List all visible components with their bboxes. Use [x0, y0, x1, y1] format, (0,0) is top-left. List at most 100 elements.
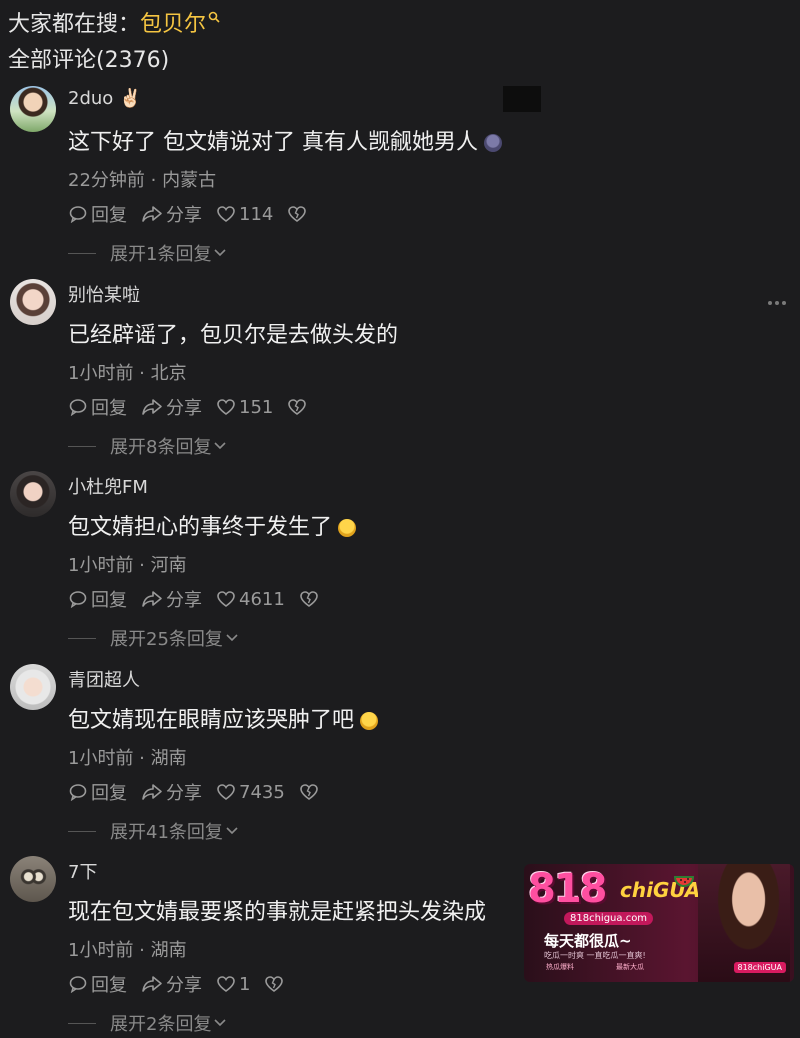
- broken-heart-icon: [288, 399, 307, 415]
- comment-content: 包文婧现在眼睛应该哭肿了吧: [68, 708, 355, 733]
- comment-actions: 回复 分享 151: [68, 395, 324, 419]
- share-icon: [142, 591, 162, 607]
- like-count: 151: [239, 396, 274, 418]
- ad-slogan: 每天都很瓜~: [544, 932, 632, 950]
- reply-button[interactable]: 回复: [68, 971, 127, 997]
- comment-username[interactable]: 2duo ✌🏻: [68, 88, 141, 109]
- reply-icon: [69, 399, 87, 416]
- expand-replies-label: 展开41条回复: [110, 822, 223, 843]
- comment-item: 小杜兜FM 包文婧担心的事终于发生了 1小时前 · 河南 回复 分享 4611 …: [0, 471, 800, 661]
- like-button[interactable]: 4611: [216, 589, 285, 610]
- expand-replies-label: 展开8条回复: [110, 437, 212, 458]
- expand-replies-button[interactable]: 展开41条回复: [68, 818, 239, 844]
- expand-replies-button[interactable]: 展开2条回复: [68, 1010, 227, 1036]
- comment-content: 这下好了 包文婧说对了 真有人觊觎她男人: [68, 130, 478, 155]
- avatar[interactable]: [10, 279, 56, 325]
- divider: [68, 637, 96, 639]
- reply-button[interactable]: 回复: [68, 586, 127, 612]
- reply-icon: [69, 206, 87, 223]
- like-count: 1: [239, 973, 251, 995]
- chevron-down-icon: [214, 249, 227, 257]
- comment-username[interactable]: 别怡某啦: [68, 281, 140, 307]
- comment-content: 现在包文婧最要紧的事就是赶紧把头发染成: [68, 900, 487, 925]
- victory-hand-icon: ✌🏻: [119, 88, 142, 109]
- expand-replies-button[interactable]: 展开8条回复: [68, 433, 227, 459]
- chevron-down-icon: [226, 827, 238, 835]
- comments-count-title: 全部评论(2376): [8, 48, 170, 73]
- heart-icon: [217, 784, 235, 800]
- reply-button[interactable]: 回复: [68, 779, 127, 805]
- comment-meta: 1小时前 · 湖南: [68, 940, 187, 961]
- heart-icon: [217, 591, 235, 607]
- comment-username[interactable]: 7下: [68, 858, 97, 884]
- comment-actions: 回复 分享 4611: [68, 587, 336, 611]
- like-button[interactable]: 1: [216, 974, 250, 995]
- share-label: 分享: [166, 590, 202, 611]
- ad-logo: 818: [528, 866, 607, 912]
- like-button[interactable]: 7435: [216, 782, 285, 803]
- trending-search-keyword[interactable]: 包贝尔: [140, 12, 206, 37]
- comment-actions: 回复 分享 1: [68, 972, 301, 996]
- reply-label: 回复: [91, 205, 127, 226]
- reply-label: 回复: [91, 783, 127, 804]
- reply-label: 回复: [91, 590, 127, 611]
- share-button[interactable]: 分享: [141, 779, 202, 805]
- avatar[interactable]: [10, 86, 56, 132]
- like-count: 114: [239, 203, 274, 225]
- reply-icon: [69, 591, 87, 608]
- dislike-button[interactable]: [287, 205, 310, 223]
- trending-search-prefix: 大家都在搜：: [8, 12, 141, 37]
- dislike-button[interactable]: [299, 590, 322, 608]
- comment-item: 别怡某啦 已经辟谣了，包贝尔是去做头发的 1小时前 · 北京 回复 分享 151…: [0, 279, 800, 469]
- comment-content: 已经辟谣了，包贝尔是去做头发的: [68, 323, 399, 348]
- reply-button[interactable]: 回复: [68, 201, 127, 227]
- crying-emoji-icon: [360, 712, 379, 730]
- expand-replies-label: 展开25条回复: [110, 629, 223, 650]
- watermark-ad-banner[interactable]: 818 chiGUA 818chigua.com 每天都很瓜~ 吃瓜一时爽 一直…: [524, 864, 794, 982]
- like-button[interactable]: 151: [216, 397, 273, 418]
- share-button[interactable]: 分享: [141, 201, 202, 227]
- chevron-down-icon: [214, 442, 227, 450]
- share-label: 分享: [166, 975, 202, 996]
- like-count: 7435: [239, 781, 285, 803]
- heart-icon: [217, 976, 235, 992]
- broken-heart-icon: [288, 206, 307, 222]
- username-text: 别怡某啦: [68, 285, 140, 306]
- comment-content: 包文婧担心的事终于发生了: [68, 515, 333, 540]
- comment-actions: 回复 分享 114: [68, 202, 324, 226]
- dislike-button[interactable]: [287, 398, 310, 416]
- share-label: 分享: [166, 205, 202, 226]
- username-text: 7下: [68, 862, 98, 883]
- dislike-button[interactable]: [299, 783, 322, 801]
- share-button[interactable]: 分享: [141, 394, 202, 420]
- share-button[interactable]: 分享: [141, 586, 202, 612]
- expand-replies-button[interactable]: 展开1条回复: [68, 240, 227, 266]
- comment-meta: 22分钟前 · 内蒙古: [68, 170, 217, 191]
- ad-badge: 818chiGUA: [733, 962, 786, 973]
- avatar[interactable]: [10, 471, 56, 517]
- reply-button[interactable]: 回复: [68, 394, 127, 420]
- ad-chip-right: 最新大瓜: [616, 963, 644, 971]
- expand-replies-label: 展开1条回复: [110, 244, 212, 265]
- avatar[interactable]: [10, 856, 56, 902]
- avatar[interactable]: [10, 664, 56, 710]
- reply-icon: [69, 976, 87, 993]
- share-button[interactable]: 分享: [141, 971, 202, 997]
- reply-label: 回复: [91, 975, 127, 996]
- dislike-button[interactable]: [264, 975, 287, 993]
- share-icon: [142, 399, 162, 415]
- heart-icon: [217, 399, 235, 415]
- comment-username[interactable]: 小杜兜FM: [68, 473, 148, 499]
- like-button[interactable]: 114: [216, 204, 273, 225]
- comment-item: 2duo ✌🏻 这下好了 包文婧说对了 真有人觊觎她男人 22分钟前 · 内蒙古…: [0, 86, 800, 276]
- broken-heart-icon: [300, 591, 318, 607]
- trending-search-line[interactable]: 大家都在搜：包贝尔: [8, 6, 220, 38]
- comment-actions: 回复 分享 7435: [68, 780, 336, 804]
- ad-chip-left: 热瓜爆料: [546, 963, 574, 971]
- comment-text: 包文婧现在眼睛应该哭肿了吧: [68, 702, 379, 734]
- share-label: 分享: [166, 398, 202, 419]
- comment-username[interactable]: 青团超人: [68, 666, 140, 692]
- comment-text: 包文婧担心的事终于发生了: [68, 509, 357, 541]
- expand-replies-button[interactable]: 展开25条回复: [68, 625, 239, 651]
- worried-emoji-icon: [338, 519, 357, 537]
